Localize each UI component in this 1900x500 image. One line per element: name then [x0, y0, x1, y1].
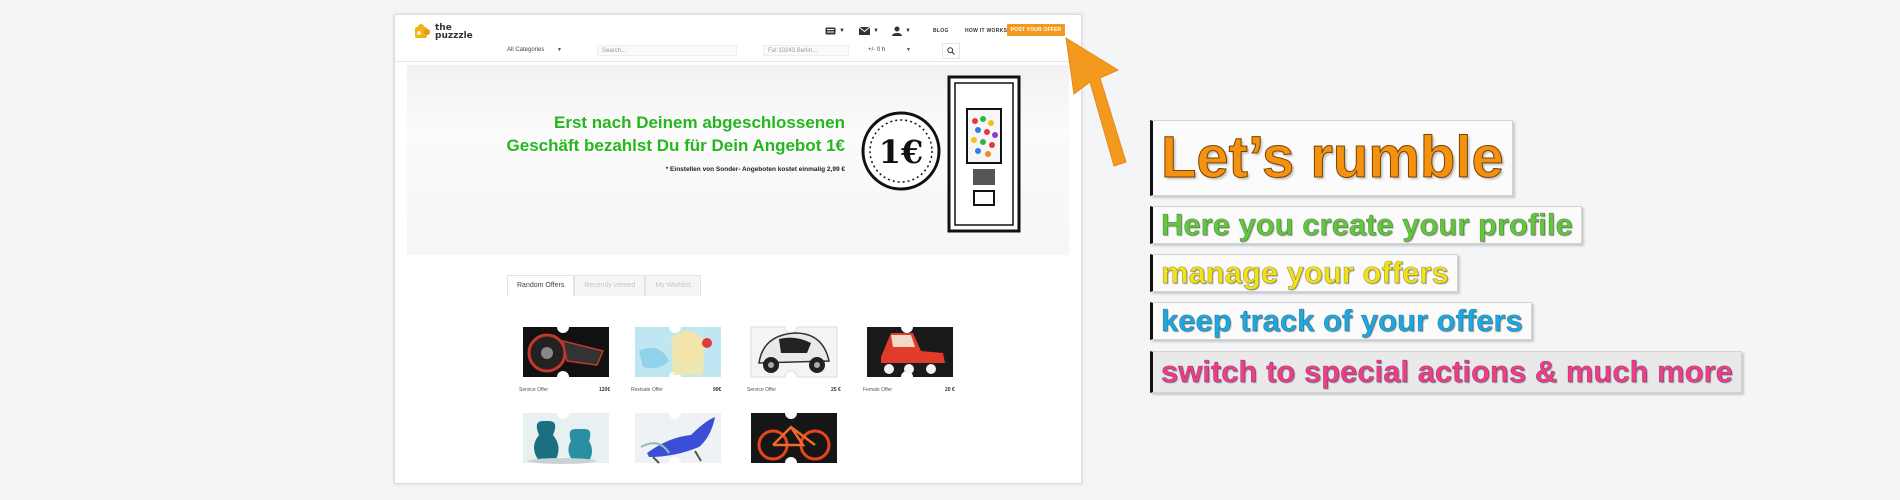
- distance-select-value: +/- 0 h: [868, 47, 886, 53]
- category-select-value: All Categories: [507, 47, 545, 53]
- chevron-down-icon: ▼: [905, 28, 911, 34]
- offer-tile-2[interactable]: [629, 321, 727, 383]
- user-menu[interactable]: ▼: [892, 25, 911, 37]
- chevron-down-icon: ▼: [873, 28, 879, 34]
- hero-headline-line2: Geschäft bezahlst Du für Dein Angebot 1€: [506, 136, 845, 155]
- search-icon: [947, 47, 955, 55]
- hero-headline-line1: Erst nach Deinem abgeschlossenen: [554, 113, 845, 132]
- category-select[interactable]: All Categories ▼: [507, 45, 567, 56]
- puzzle-logo-icon: [415, 24, 430, 38]
- offer-4-price: 20 €: [945, 387, 955, 393]
- offers-tabs: Random Offers Recently viewed My Wishlis…: [507, 275, 701, 296]
- hero-banner: Erst nach Deinem abgeschlossenen Geschäf…: [407, 65, 1069, 255]
- mail-icon: [859, 27, 870, 35]
- offer-tile-6[interactable]: [629, 407, 727, 469]
- electric-car-image: [750, 326, 838, 378]
- post-your-offer-button[interactable]: POST YOUR OFFER: [1007, 24, 1065, 36]
- chevron-down-icon: ▼: [557, 47, 562, 53]
- location-input[interactable]: Fa! 10243 Berlin...: [763, 45, 849, 56]
- callout-line-offers: manage your offers: [1150, 254, 1458, 292]
- offer-2-label: Restsale Offer: [631, 387, 663, 393]
- offer-tile-5[interactable]: [517, 407, 615, 469]
- user-icon: [892, 26, 902, 36]
- callout-line-1: Here you create your profile: [1161, 207, 1573, 243]
- gumball-machine-icon: [947, 75, 1021, 233]
- nav-blog[interactable]: BLOG: [933, 28, 949, 34]
- car-wheel-image: [523, 327, 609, 377]
- tab-recently-viewed[interactable]: Recently viewed: [574, 275, 646, 296]
- hero-footnote: * Einstellen von Sonder- Angeboten koste…: [665, 166, 845, 173]
- callout-line-special: switch to special actions & much more: [1150, 351, 1742, 393]
- tab-my-wishlist[interactable]: My Wishlist: [645, 275, 701, 296]
- callout-headline: Let’s rumble: [1161, 125, 1505, 191]
- chair-image: [635, 413, 721, 464]
- offer-3-label: Service Offer: [747, 387, 777, 393]
- person-image: [635, 327, 721, 377]
- logo-text-puzzzle: puzzzle: [435, 31, 473, 41]
- callout-line-profile: Here you create your profile: [1150, 206, 1582, 244]
- callout-line-4: switch to special actions & much more: [1161, 354, 1734, 390]
- messages-menu[interactable]: ▼: [859, 25, 879, 37]
- keyboard-icon: [825, 27, 836, 35]
- language-menu[interactable]: ▼: [825, 25, 845, 37]
- offer-1-price: 120€: [599, 387, 611, 393]
- offer-tile-1[interactable]: [517, 321, 615, 383]
- callout-headline-box: Let’s rumble: [1150, 120, 1513, 196]
- site-header: the puzzzle ▼ ▼ ▼ BLOG HOW IT WORKS POST…: [395, 15, 1081, 62]
- coin-value: 1€: [879, 133, 924, 171]
- euro-coin-icon: 1€: [861, 111, 941, 191]
- callout-line-3: keep track of your offers: [1161, 303, 1523, 339]
- tab-random-offers[interactable]: Random Offers: [507, 275, 575, 296]
- website-screenshot: the puzzzle ▼ ▼ ▼ BLOG HOW IT WORKS POST…: [394, 14, 1082, 484]
- offer-tile-3[interactable]: [745, 321, 843, 383]
- search-input[interactable]: Search...: [597, 45, 737, 56]
- offer-3-price: 25 €: [831, 387, 841, 393]
- chevron-down-icon: ▼: [839, 28, 845, 34]
- distance-select[interactable]: +/- 0 h ▼: [868, 45, 918, 56]
- chevron-down-icon: ▼: [906, 47, 911, 53]
- offer-4-label: Female Offer: [863, 387, 893, 393]
- search-button[interactable]: [942, 43, 960, 59]
- offer-tile-4[interactable]: [861, 321, 959, 383]
- nav-how-it-works[interactable]: HOW IT WORKS: [965, 28, 1007, 34]
- vases-image: [523, 413, 609, 464]
- callout-line-track: keep track of your offers: [1150, 302, 1532, 340]
- roller-skate-image: [867, 327, 953, 377]
- site-logo[interactable]: the puzzzle: [413, 23, 493, 45]
- offer-1-label: Service Offer: [519, 387, 549, 393]
- offer-2-price: 90€: [713, 387, 722, 393]
- arrow-pointer-icon: [1065, 37, 1127, 167]
- callout-line-2: manage your offers: [1161, 255, 1449, 291]
- offer-tile-7[interactable]: [745, 407, 843, 469]
- bicycle-image: [751, 413, 837, 463]
